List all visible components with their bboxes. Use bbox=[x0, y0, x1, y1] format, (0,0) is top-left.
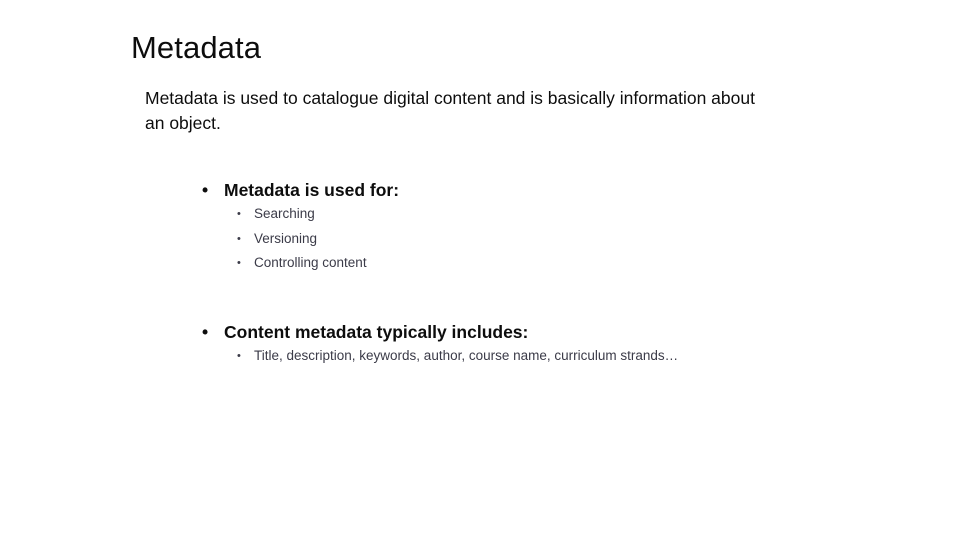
bullet-level2-versioning: • Versioning bbox=[0, 227, 960, 252]
intro-paragraph: Metadata is used to catalogue digital co… bbox=[145, 88, 755, 133]
bullet-dot-icon: • bbox=[237, 208, 241, 220]
spacer-between-sections bbox=[0, 276, 960, 320]
bullet-level2-metadata-fields: • Title, description, keywords, author, … bbox=[0, 344, 960, 369]
bullet-dot-icon: • bbox=[202, 321, 209, 342]
bullet-level1-label: Content metadata typically includes: bbox=[224, 321, 529, 342]
spacer-after-intro bbox=[0, 136, 960, 178]
bullet-dot-icon: • bbox=[202, 180, 209, 200]
bullet-level1-content-metadata-includes: • Content metadata typically includes: bbox=[0, 320, 960, 344]
bullet-dot-icon: • bbox=[237, 349, 241, 362]
bullet-level2-label: Controlling content bbox=[254, 255, 367, 270]
slide-canvas: Metadata Metadata is used to catalogue d… bbox=[0, 0, 960, 540]
bullet-dot-icon: • bbox=[237, 257, 241, 269]
bullet-level2-label: Title, description, keywords, author, co… bbox=[254, 347, 679, 363]
bullet-level2-label: Searching bbox=[254, 206, 315, 221]
bullet-level2-controlling-content: • Controlling content bbox=[0, 251, 960, 276]
page-title: Metadata bbox=[131, 30, 262, 65]
bullet-level1-metadata-used-for: • Metadata is used for: bbox=[0, 178, 960, 202]
bullet-level2-label: Versioning bbox=[254, 230, 318, 246]
bullet-dot-icon: • bbox=[237, 232, 241, 245]
slide-body: Metadata is used to catalogue digital co… bbox=[0, 86, 960, 368]
bullet-level1-label: Metadata is used for: bbox=[224, 180, 400, 200]
bullet-level2-searching: • Searching bbox=[0, 202, 960, 227]
